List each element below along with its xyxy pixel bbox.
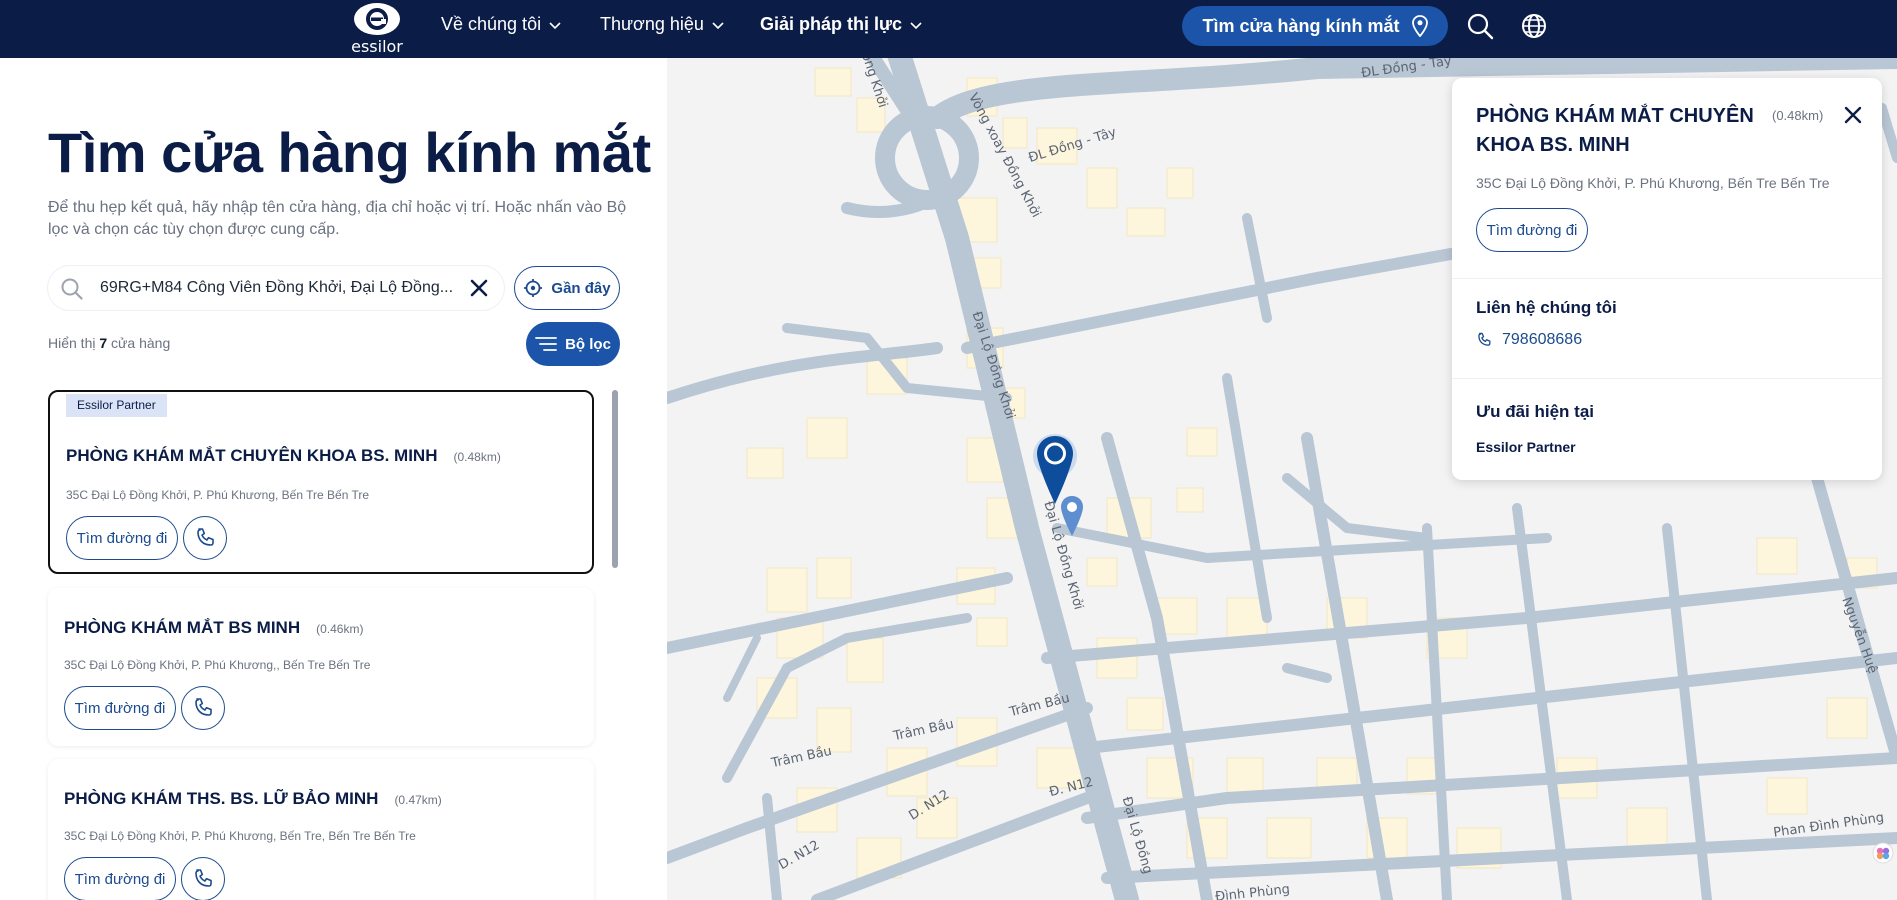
phone-icon <box>197 528 214 546</box>
nav-brands[interactable]: Thương hiệu <box>600 14 724 35</box>
partner-badge: Essilor Partner <box>66 394 167 417</box>
store-name-text: PHÒNG KHÁM THS. BS. LỮ BẢO MINH <box>64 789 379 808</box>
find-store-button[interactable]: Tìm cửa hàng kính mắt <box>1182 6 1448 46</box>
logo-text: essilor <box>351 37 403 56</box>
directions-button[interactable]: Tìm đường đi <box>64 686 176 730</box>
store-distance: (0.48km) <box>453 450 501 464</box>
nav-about[interactable]: Về chúng tôi <box>441 14 561 35</box>
info-directions-button[interactable]: Tìm đường đi <box>1476 208 1588 252</box>
phone-icon <box>195 869 212 887</box>
globe-icon[interactable] <box>1520 12 1548 40</box>
store-address: 35C Đại Lộ Đồng Khởi, P. Phú Khương,, Bế… <box>64 658 371 672</box>
filter-label: Bộ lọc <box>565 335 611 353</box>
nearby-label: Gần đây <box>551 279 611 297</box>
call-button[interactable] <box>181 857 225 900</box>
clear-search-icon[interactable] <box>468 277 490 299</box>
store-distance: (0.46km) <box>316 622 364 636</box>
nav-brands-label: Thương hiệu <box>600 14 704 34</box>
info-distance: (0.48km) <box>1772 108 1824 123</box>
directions-button[interactable]: Tìm đường đi <box>64 857 176 900</box>
result-count-number: 7 <box>99 335 108 351</box>
results-scrollbar[interactable] <box>612 390 618 568</box>
store-card[interactable]: Essilor Partner PHÒNG KHÁM MẮT CHUYÊN KH… <box>48 390 594 574</box>
page-description: Để thu hẹp kết quả, hãy nhập tên cửa hàn… <box>48 199 627 238</box>
divider <box>1452 378 1882 379</box>
filter-button[interactable]: Bộ lọc <box>526 322 620 366</box>
chevron-down-icon <box>910 21 922 29</box>
brain-icon[interactable] <box>1872 842 1894 864</box>
store-locator-panel: Tìm cửa hàng kính mắt Để thu hẹp kết quả… <box>0 58 667 900</box>
store-distance: (0.47km) <box>394 793 442 807</box>
page-title: Tìm cửa hàng kính mắt <box>48 121 651 184</box>
chevron-down-icon <box>712 21 724 29</box>
store-name: PHÒNG KHÁM MẮT CHUYÊN KHOA BS. MINH (0.4… <box>66 446 501 466</box>
info-address: 35C Đại Lộ Đồng Khởi, P. Phú Khương, Bến… <box>1476 175 1830 191</box>
search-icon[interactable] <box>1466 12 1494 40</box>
info-title: PHÒNG KHÁM MẮT CHUYÊN KHOA BS. MINH <box>1476 105 1754 156</box>
essilor-eye-icon <box>354 3 400 35</box>
store-info-popup: PHÒNG KHÁM MẮT CHUYÊN KHOA BS. MINH (0.4… <box>1452 78 1882 480</box>
essilor-logo[interactable]: essilor <box>350 2 404 56</box>
nav-vision-solutions[interactable]: Giải pháp thị lực <box>760 14 922 35</box>
phone-icon <box>1478 332 1491 346</box>
store-address: 35C Đại Lộ Đồng Khởi, P. Phú Khương, Bến… <box>66 488 370 502</box>
chevron-down-icon <box>549 21 561 29</box>
offers-heading: Ưu đãi hiện tại <box>1476 402 1595 421</box>
map-marker[interactable] <box>1058 494 1086 538</box>
nav-about-label: Về chúng tôi <box>441 14 542 34</box>
info-offer: Essilor Partner <box>1476 439 1576 455</box>
store-address: 35C Đại Lộ Đồng Khởi, P. Phú Khương, Bến… <box>64 829 416 843</box>
store-name-text: PHÒNG KHÁM MẮT BS MINH <box>64 618 301 637</box>
info-phone-number: 798608686 <box>1502 331 1583 348</box>
result-count: Hiển thị 7 cửa hàng <box>48 335 170 351</box>
store-name-text: PHÒNG KHÁM MẮT CHUYÊN KHOA BS. MINH <box>66 446 438 465</box>
call-button[interactable] <box>183 516 227 560</box>
search-input[interactable] <box>100 266 460 310</box>
close-icon[interactable] <box>1840 102 1866 128</box>
crosshair-icon <box>524 279 543 297</box>
store-card[interactable]: PHÒNG KHÁM MẮT BS MINH (0.46km) 35C Đại … <box>48 588 594 746</box>
info-phone-link[interactable]: 798608686 <box>1476 331 1582 349</box>
divider <box>1452 278 1882 279</box>
result-count-prefix: Hiển thị <box>48 335 96 351</box>
store-name: PHÒNG KHÁM THS. BS. LỮ BẢO MINH (0.47km) <box>64 789 442 809</box>
nav-vision-solutions-label: Giải pháp thị lực <box>760 14 903 34</box>
contact-heading: Liên hệ chúng tôi <box>1476 298 1617 317</box>
call-button[interactable] <box>181 686 225 730</box>
search-icon <box>61 278 83 300</box>
directions-button[interactable]: Tìm đường đi <box>66 516 178 560</box>
search-box[interactable] <box>48 266 504 310</box>
top-navigation: essilor Về chúng tôi Thương hiệu Giải ph… <box>0 0 1897 58</box>
result-count-suffix: cửa hàng <box>111 335 171 351</box>
store-card[interactable]: PHÒNG KHÁM THS. BS. LỮ BẢO MINH (0.47km)… <box>48 759 594 900</box>
filter-icon <box>535 337 557 351</box>
phone-icon <box>195 698 212 716</box>
store-name: PHÒNG KHÁM MẮT BS MINH (0.46km) <box>64 618 363 638</box>
find-store-label: Tìm cửa hàng kính mắt <box>1202 15 1400 36</box>
nearby-button[interactable]: Gần đây <box>514 266 620 310</box>
location-pin-icon <box>1411 15 1428 37</box>
